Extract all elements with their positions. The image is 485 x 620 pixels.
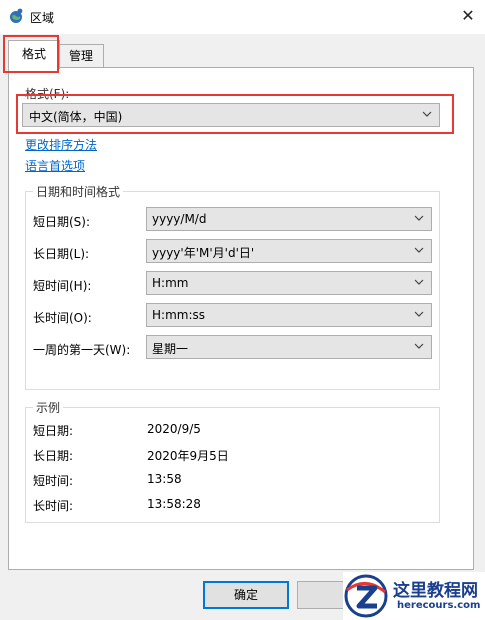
short-time-label: 短时间(H): [33, 279, 92, 293]
example-long-time-label: 长时间: [33, 499, 74, 513]
watermark: 这里教程网 herecours.com [343, 572, 485, 620]
datetime-group-title: 日期和时间格式 [33, 183, 124, 200]
chevron-down-icon [414, 247, 424, 253]
example-short-date-value: 2020/9/5 [147, 422, 201, 436]
watermark-logo-icon [344, 574, 388, 618]
example-long-date-value: 2020年9月5日 [147, 449, 229, 463]
watermark-title: 这里教程网 [393, 581, 478, 601]
examples-group [25, 407, 440, 523]
short-time-dropdown[interactable]: H:mm [146, 271, 432, 295]
short-date-label: 短日期(S): [33, 215, 91, 229]
ok-button[interactable]: 确定 [203, 581, 289, 609]
change-sort-link[interactable]: 更改排序方法 [25, 136, 97, 153]
chevron-down-icon [414, 343, 424, 349]
long-time-value: H:mm:ss [152, 308, 205, 322]
short-date-value: yyyy/M/d [152, 212, 207, 226]
example-long-date-label: 长日期: [33, 449, 74, 463]
examples-group-title: 示例 [33, 399, 64, 416]
long-date-label: 长日期(L): [33, 247, 90, 261]
long-date-dropdown[interactable]: yyyy'年'M'月'd'日' [146, 239, 432, 263]
long-time-label: 长时间(O): [33, 311, 92, 325]
long-date-value: yyyy'年'M'月'd'日' [152, 246, 255, 260]
first-day-of-week-dropdown[interactable]: 星期一 [146, 335, 432, 359]
example-long-time-value: 13:58:28 [147, 497, 201, 511]
tab-highlight-box [3, 35, 59, 73]
title-bar: 区域 ✕ [0, 0, 485, 34]
language-prefs-link[interactable]: 语言首选项 [25, 157, 85, 174]
watermark-url: herecours.com [397, 600, 481, 611]
close-icon[interactable]: ✕ [455, 5, 481, 27]
first-day-of-week-value: 星期一 [152, 342, 189, 356]
first-day-of-week-label: 一周的第一天(W): [33, 343, 131, 357]
chevron-down-icon [414, 279, 424, 285]
region-globe-icon [10, 8, 23, 23]
format-highlight-box [16, 94, 454, 134]
chevron-down-icon [414, 215, 424, 221]
short-time-value: H:mm [152, 276, 189, 290]
example-short-date-label: 短日期: [33, 424, 74, 438]
example-short-time-label: 短时间: [33, 474, 74, 488]
example-short-time-value: 13:58 [147, 472, 182, 486]
window-title: 区域 [30, 11, 55, 25]
tab-manage[interactable]: 管理 [58, 44, 104, 67]
short-date-dropdown[interactable]: yyyy/M/d [146, 207, 432, 231]
long-time-dropdown[interactable]: H:mm:ss [146, 303, 432, 327]
chevron-down-icon [414, 311, 424, 317]
